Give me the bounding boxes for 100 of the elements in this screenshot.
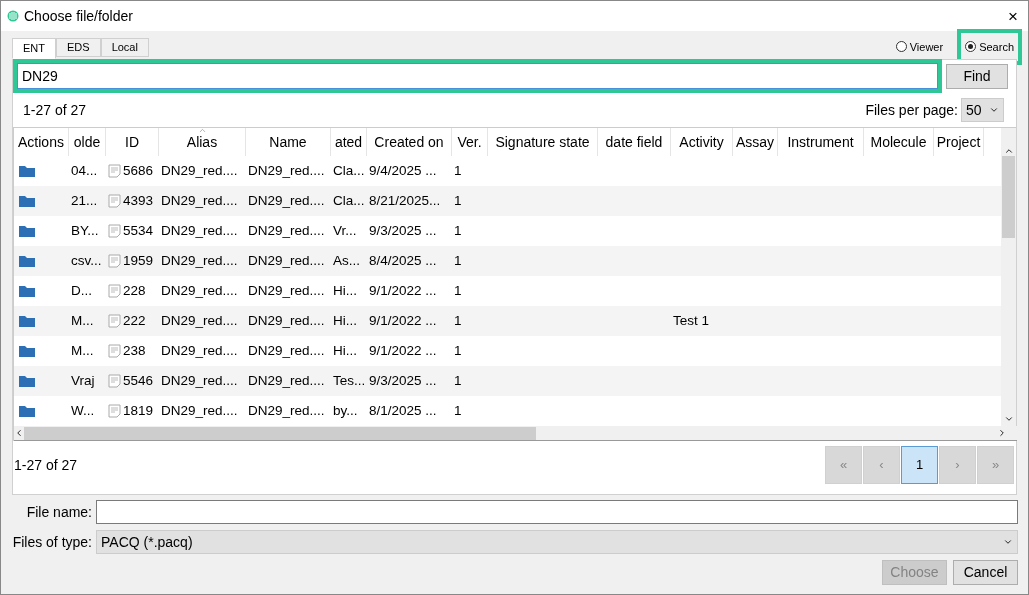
table-cell-text: DN29_red.... (248, 401, 325, 420)
table-cell-text: DN29_red.... (248, 191, 325, 210)
folder-icon (19, 195, 35, 207)
table-cell-text: DN29_red.... (161, 401, 238, 420)
horizontal-scrollbar[interactable] (14, 426, 1017, 441)
folder-icon (19, 165, 35, 177)
table-cell-text: 228 (123, 281, 146, 300)
table-cell-text: As... (333, 251, 360, 270)
table-cell-text: M... (71, 311, 94, 330)
scroll-right-icon (997, 428, 1007, 438)
table-cell-text: DN29_red.... (161, 311, 238, 330)
document-icon (108, 404, 121, 418)
table-cell-text: 9/4/2025 ... (369, 161, 437, 180)
table-cell-text: 1 (454, 251, 462, 270)
document-icon (108, 254, 121, 268)
document-icon (108, 314, 121, 328)
files-per-page-dropdown[interactable]: 50 (961, 98, 1004, 122)
table-cell-text: 1 (454, 341, 462, 360)
table-cell-text: Hi... (333, 311, 357, 330)
table-cell-text: DN29_red.... (161, 281, 238, 300)
table-cell-text: BY... (71, 221, 99, 240)
table-cell-text: DN29_red.... (161, 221, 238, 240)
table-cell-text: 8/1/2025 ... (369, 401, 437, 420)
search-field[interactable]: DN29 (17, 63, 938, 89)
table-cell-text: 1 (454, 401, 462, 420)
scrollbar-thumb[interactable] (24, 426, 536, 440)
table-cell-text: Test 1 (673, 311, 710, 330)
table-cell-text: 222 (123, 311, 146, 330)
close-button[interactable]: × (1004, 7, 1022, 25)
table-cell-text: 1 (454, 161, 462, 180)
result-count: 1-27 of 27 (23, 100, 87, 120)
find-button[interactable]: Find (946, 63, 1008, 89)
table-cell-text: DN29_red.... (161, 251, 238, 270)
table-cell-text: 1 (454, 191, 462, 210)
radio-button[interactable] (965, 41, 977, 53)
tab[interactable]: ENT (12, 38, 56, 59)
radio-button[interactable] (895, 41, 907, 53)
table-cell-text: Hi... (333, 281, 357, 300)
vertical-scrollbar[interactable] (1001, 128, 1016, 426)
tab[interactable]: Local (100, 38, 149, 57)
file-type-dropdown[interactable]: PACQ (*.pacq) (96, 530, 1018, 554)
table-cell-text: Vr... (333, 221, 357, 240)
scroll-left-icon (14, 428, 24, 438)
files-per-page-label: Files per page: (865, 100, 958, 120)
folder-icon (19, 315, 35, 327)
table-cell-text: DN29_red.... (161, 371, 238, 390)
table-cell-text: 1 (454, 221, 462, 240)
table-cell-text: DN29_red.... (161, 161, 238, 180)
table-cell-text: 9/1/2022 ... (369, 311, 437, 330)
table-cell-text: 1959 (123, 251, 154, 270)
table-cell-text: DN29_red.... (248, 221, 325, 240)
document-icon (108, 194, 121, 208)
table-cell-text: Vraj (71, 371, 95, 390)
table-cell-text: 1 (454, 371, 462, 390)
table-cell-text: DN29_red.... (248, 161, 325, 180)
folder-icon (19, 375, 35, 387)
table-cell-text: 9/3/2025 ... (369, 221, 437, 240)
scrollbar-thumb[interactable] (1002, 156, 1015, 238)
folder-icon (19, 345, 35, 357)
table-cell-text: 1 (454, 281, 462, 300)
table-cell-text: 9/1/2022 ... (369, 281, 437, 300)
app-logo-icon (7, 10, 19, 22)
file-name-label: File name: (25, 502, 92, 522)
table-cell-text: 1819 (123, 401, 154, 420)
tab[interactable]: EDS (56, 38, 101, 57)
result-count: 1-27 of 27 (14, 455, 78, 475)
table-cell-text: csv... (71, 251, 102, 270)
table-cell-text: Hi... (333, 341, 357, 360)
table-cell-text: 9/3/2025 ... (369, 371, 437, 390)
table-cell-text: W... (71, 401, 95, 420)
radio-label: Search (979, 39, 1014, 55)
table-cell-text: M... (71, 341, 94, 360)
folder-icon (19, 255, 35, 267)
table-cell-text: 8/21/2025... (369, 191, 441, 210)
sort-icon (197, 128, 207, 135)
table-cell-text: Cla... (333, 191, 365, 210)
file-type-label: Files of type: (11, 532, 92, 552)
chevron-down-icon (989, 105, 999, 115)
folder-icon (19, 225, 35, 237)
table-cell-text: 8/4/2025 ... (369, 251, 437, 270)
scroll-up-icon (1003, 146, 1014, 156)
table-cell-text: D... (71, 281, 92, 300)
file-name-field[interactable] (96, 500, 1018, 524)
radio-label: Viewer (909, 39, 944, 55)
table-cell-text: Tes... (333, 371, 366, 390)
document-icon (108, 374, 121, 388)
table-cell-text: DN29_red.... (248, 311, 325, 330)
dialog-button[interactable]: Cancel (953, 560, 1018, 585)
table-cell-text: Cla... (333, 161, 365, 180)
table-cell-text: DN29_red.... (161, 341, 238, 360)
document-icon (108, 164, 121, 178)
table-cell-text: 1 (454, 311, 462, 330)
table-cell-text: 9/1/2022 ... (369, 341, 437, 360)
table-cell-text: DN29_red.... (248, 281, 325, 300)
table-cell-text: 238 (123, 341, 146, 360)
folder-icon (19, 405, 35, 417)
page-button[interactable]: 1 (901, 446, 938, 484)
table-cell-text: 4393 (123, 191, 154, 210)
table-cell-text: DN29_red.... (248, 371, 325, 390)
table-cell-text: 21... (71, 191, 98, 210)
